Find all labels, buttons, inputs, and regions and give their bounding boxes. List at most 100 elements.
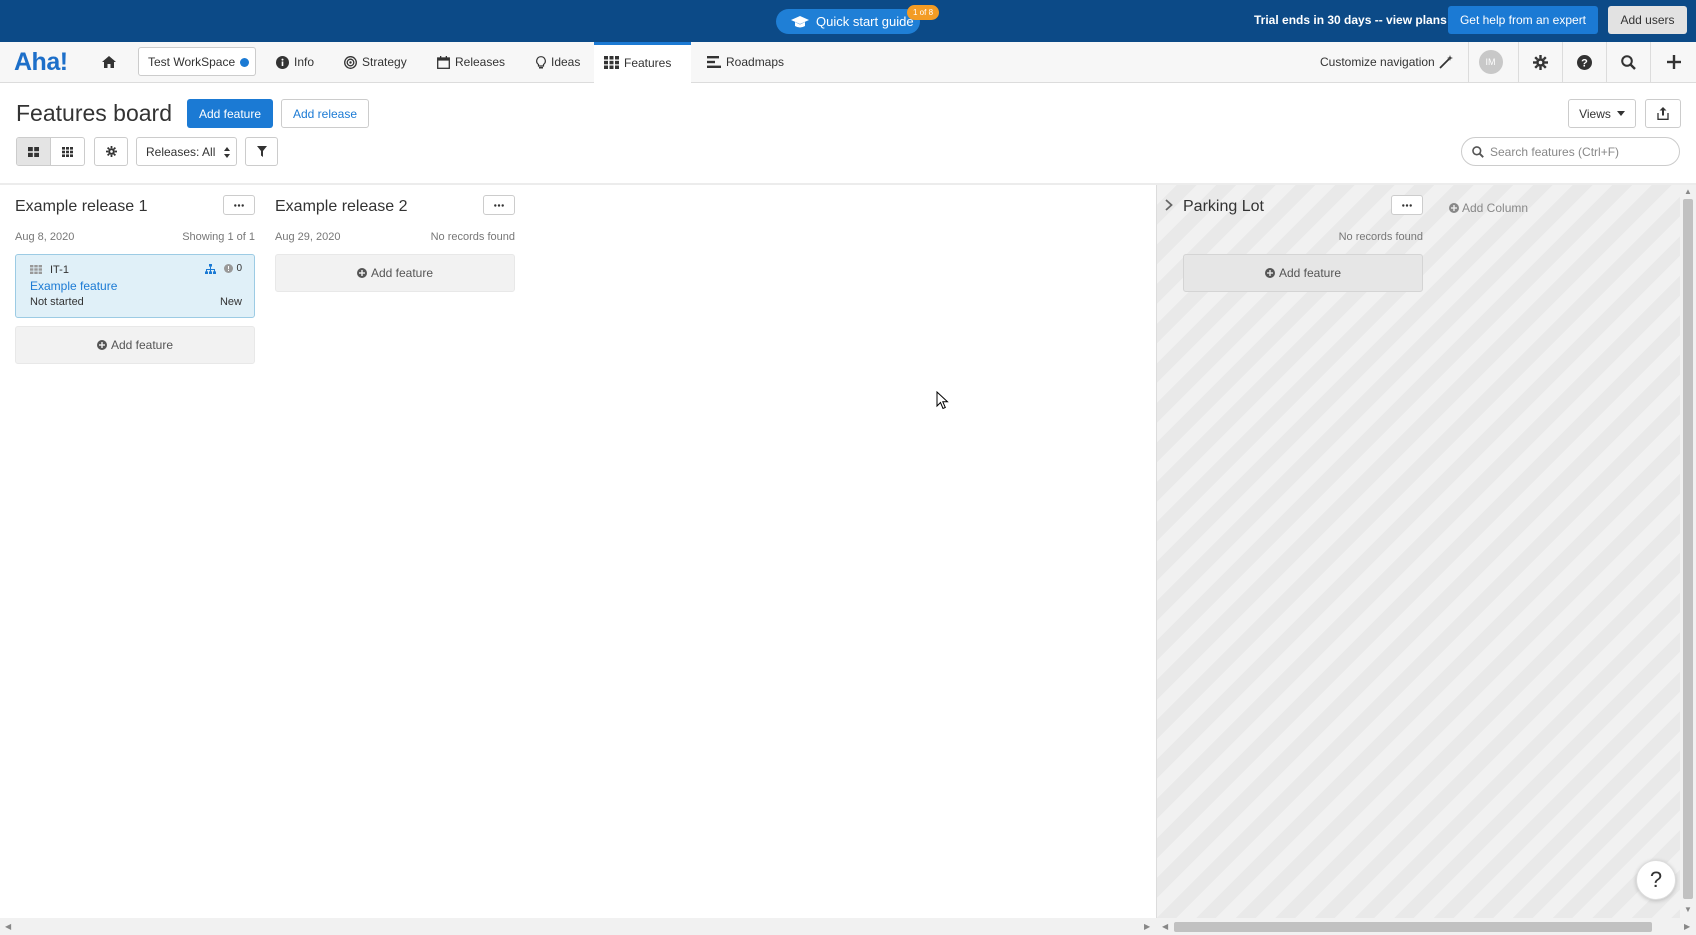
export-button[interactable]	[1645, 99, 1681, 128]
trial-link[interactable]: Trial ends in 30 days -- view plans	[1254, 13, 1447, 27]
compact-view-button[interactable]	[51, 138, 84, 165]
select-arrows-icon	[224, 147, 230, 158]
plus-circle-icon	[96, 340, 107, 350]
question-circle-icon: ?	[1577, 54, 1592, 70]
release-title[interactable]: Example release 2	[275, 198, 408, 216]
board-horizontal-scrollbar[interactable]: ◀ ▶	[0, 918, 1156, 935]
global-search-button[interactable]	[1606, 42, 1650, 82]
search-input[interactable]	[1490, 144, 1670, 159]
customize-navigation-label: Customize navigation	[1320, 55, 1435, 69]
main-navigation: Aha! Test WorkSpace Info Strategy Releas…	[0, 42, 1696, 83]
nav-info-label: Info	[294, 55, 315, 69]
gear-icon	[105, 146, 117, 157]
add-column-label: Add Column	[1462, 201, 1529, 215]
quick-start-guide-button[interactable]: Quick start guide	[776, 9, 920, 34]
add-users-button[interactable]: Add users	[1608, 6, 1687, 34]
large-grid-icon	[28, 146, 39, 157]
nav-ideas[interactable]: Ideas	[526, 42, 590, 82]
plus-circle-icon	[1264, 268, 1275, 278]
parking-lot-title[interactable]: Parking Lot	[1183, 198, 1264, 216]
nav-releases-label: Releases	[455, 55, 506, 69]
magic-wand-icon	[1439, 55, 1453, 69]
add-feature-button[interactable]: Add feature	[187, 99, 273, 128]
nav-info[interactable]: Info	[266, 42, 324, 82]
add-release-button[interactable]: Add release	[281, 99, 369, 128]
add-feature-label: Add feature	[370, 266, 434, 280]
add-feature-to-column-button[interactable]: Add feature	[15, 326, 255, 364]
home-icon	[102, 56, 116, 68]
grid-icon	[604, 56, 619, 69]
settings-button[interactable]	[1518, 42, 1562, 82]
search-icon	[1621, 54, 1636, 70]
aha-logo[interactable]: Aha!	[14, 48, 68, 77]
quick-start-label: Quick start guide	[816, 14, 914, 29]
parking-horizontal-scrollbar[interactable]: ◀ ▶	[1156, 918, 1696, 935]
column-menu-button[interactable]	[1391, 195, 1423, 215]
comment-count-value: 0	[236, 263, 242, 274]
board-view-button[interactable]	[17, 138, 51, 165]
feature-status: Not started	[30, 296, 84, 308]
scroll-down-arrow-icon[interactable]: ▼	[1684, 905, 1692, 914]
filter-icon	[256, 146, 267, 157]
ellipsis-icon	[234, 203, 244, 207]
vertical-scrollbar[interactable]: ▲ ▼	[1680, 185, 1696, 918]
lightbulb-icon	[536, 55, 546, 69]
card-indicators: 0	[205, 263, 242, 274]
page-title: Features board	[16, 100, 172, 126]
nav-roadmaps-label: Roadmaps	[726, 55, 785, 69]
view-mode-toggle	[16, 137, 85, 166]
column-menu-button[interactable]	[223, 195, 255, 215]
nav-strategy[interactable]: Strategy	[334, 42, 417, 82]
customize-navigation-button[interactable]: Customize navigation	[1320, 42, 1453, 82]
vertical-scroll-thumb[interactable]	[1683, 199, 1693, 899]
record-count: No records found	[1338, 231, 1423, 243]
scroll-right-arrow-icon[interactable]: ▶	[1144, 922, 1150, 931]
releases-filter-select[interactable]: Releases: All	[136, 137, 237, 166]
nav-roadmaps[interactable]: Roadmaps	[697, 42, 794, 82]
scroll-left-arrow-icon[interactable]: ◀	[1162, 922, 1168, 931]
feature-title-link[interactable]: Example feature	[30, 279, 117, 293]
feature-workflow-status[interactable]: New	[220, 296, 242, 308]
feature-search	[1461, 137, 1680, 166]
comment-count: 0	[224, 263, 242, 274]
release-title[interactable]: Example release 1	[15, 198, 148, 216]
feature-card[interactable]: IT-1 0 Example feature Not started New	[15, 254, 255, 318]
help-menu-button[interactable]: ?	[1562, 42, 1606, 82]
workspace-selector[interactable]: Test WorkSpace	[138, 47, 256, 76]
floating-help-button[interactable]: ?	[1636, 860, 1676, 900]
ellipsis-icon	[1402, 203, 1412, 207]
chevron-right-icon[interactable]	[1165, 199, 1173, 211]
column-menu-button[interactable]	[483, 195, 515, 215]
release-date: Aug 29, 2020	[275, 231, 341, 243]
nav-features-label: Features	[624, 55, 672, 70]
add-column-button[interactable]: Add Column	[1449, 201, 1528, 215]
create-new-button[interactable]	[1650, 42, 1696, 82]
gear-icon	[1533, 54, 1548, 70]
record-count: No records found	[430, 231, 515, 243]
views-label: Views	[1579, 106, 1611, 121]
add-feature-to-parking-lot-button[interactable]: Add feature	[1183, 254, 1423, 292]
scroll-up-arrow-icon[interactable]: ▲	[1684, 187, 1692, 196]
horizontal-scroll-thumb[interactable]	[1174, 922, 1652, 932]
scroll-left-arrow-icon[interactable]: ◀	[5, 922, 11, 931]
calendar-icon	[437, 55, 450, 69]
hierarchy-icon	[205, 263, 217, 274]
add-feature-to-column-button[interactable]: Add feature	[275, 254, 515, 292]
filter-button[interactable]	[245, 137, 278, 166]
nav-features[interactable]: Features	[594, 42, 691, 83]
avatar: IM	[1478, 50, 1503, 74]
quick-start-progress-badge: 1 of 8	[907, 5, 940, 20]
add-feature-label: Add feature	[110, 338, 174, 352]
workspace-status-dot	[240, 58, 249, 67]
feature-drag-icon	[30, 265, 42, 274]
nav-releases[interactable]: Releases	[427, 42, 515, 82]
user-avatar-button[interactable]: IM	[1468, 42, 1512, 82]
board-settings-button[interactable]	[94, 137, 128, 166]
parking-lot-panel: Parking Lot No records found Add feature…	[1156, 185, 1680, 918]
releases-filter-label: Releases: All	[146, 144, 216, 159]
home-button[interactable]	[93, 42, 125, 82]
get-help-button[interactable]: Get help from an expert	[1448, 6, 1598, 34]
nav-strategy-label: Strategy	[362, 55, 407, 69]
scroll-right-arrow-icon[interactable]: ▶	[1684, 922, 1690, 931]
views-dropdown[interactable]: Views	[1568, 99, 1636, 128]
